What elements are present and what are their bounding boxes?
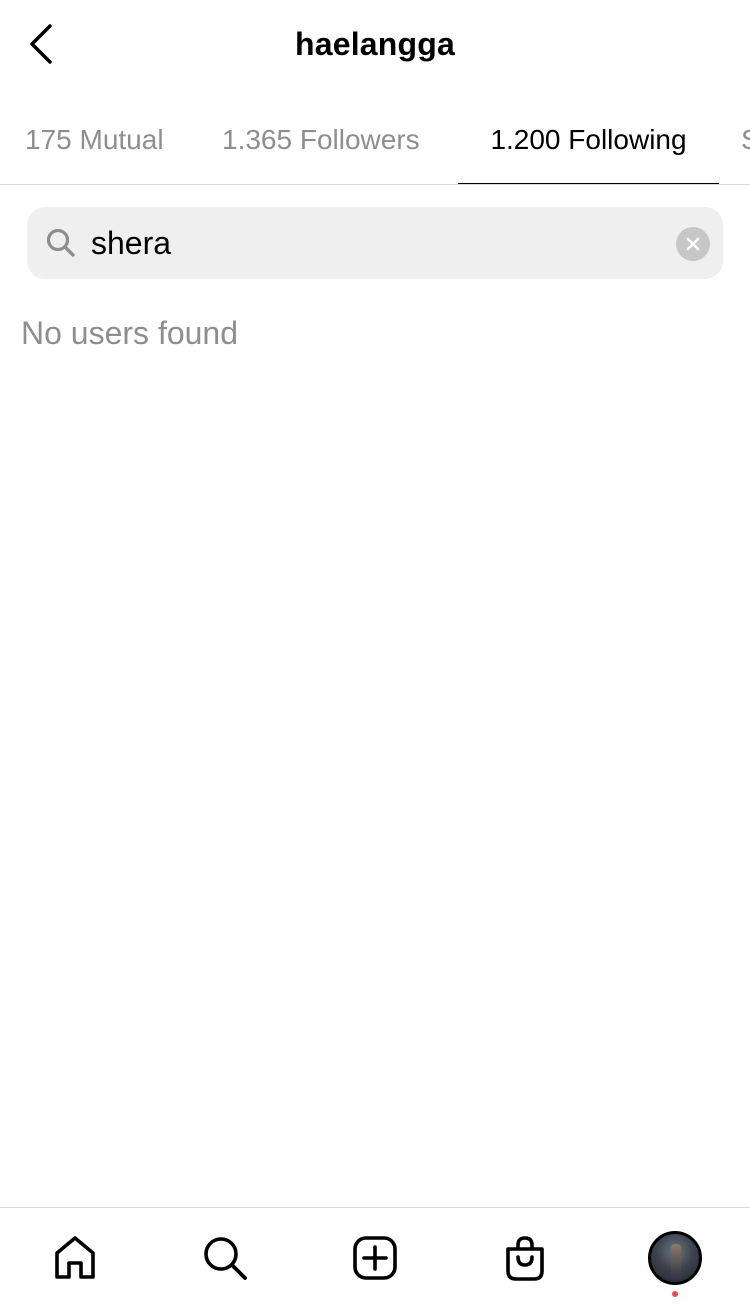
- tab-mutual-label: 175 Mutual: [25, 124, 164, 155]
- tab-following-label: 1.200 Following: [490, 124, 687, 155]
- notification-dot: [672, 1291, 678, 1297]
- nav-home[interactable]: [47, 1230, 103, 1286]
- empty-state-message: No users found: [21, 315, 239, 351]
- nav-new-post[interactable]: [347, 1230, 403, 1286]
- search-bar: [27, 207, 723, 279]
- tab-followers-label: 1.365 Followers: [222, 124, 420, 155]
- search-input[interactable]: [91, 221, 651, 265]
- search-icon: [204, 1237, 247, 1280]
- following-screen: haelangga 175 Mutual 1.365 Followers 1.2…: [0, 0, 750, 1305]
- tab-followers[interactable]: 1.365 Followers: [222, 100, 420, 184]
- avatar: [648, 1231, 702, 1285]
- tab-mutual[interactable]: 175 Mutual: [25, 100, 164, 184]
- tab-suggested-label: S: [741, 124, 750, 160]
- active-tab-indicator: [458, 183, 719, 184]
- clear-search-button[interactable]: [676, 227, 710, 261]
- home-icon: [55, 1236, 95, 1279]
- nav-search[interactable]: [197, 1230, 253, 1286]
- search-icon: [45, 227, 77, 259]
- nav-profile[interactable]: [647, 1230, 703, 1286]
- avatar-photo: [671, 1244, 681, 1280]
- tab-bar: 175 Mutual 1.365 Followers 1.200 Followi…: [0, 100, 750, 185]
- page-title: haelangga: [294, 26, 456, 62]
- close-icon: [686, 237, 700, 251]
- header: haelangga: [0, 0, 750, 92]
- bottom-nav: [0, 1207, 750, 1305]
- shop-icon: [506, 1236, 544, 1281]
- tab-suggested[interactable]: S: [741, 100, 750, 184]
- add-post-icon: [353, 1236, 397, 1280]
- tab-following[interactable]: 1.200 Following: [458, 100, 719, 184]
- nav-shop[interactable]: [497, 1230, 553, 1286]
